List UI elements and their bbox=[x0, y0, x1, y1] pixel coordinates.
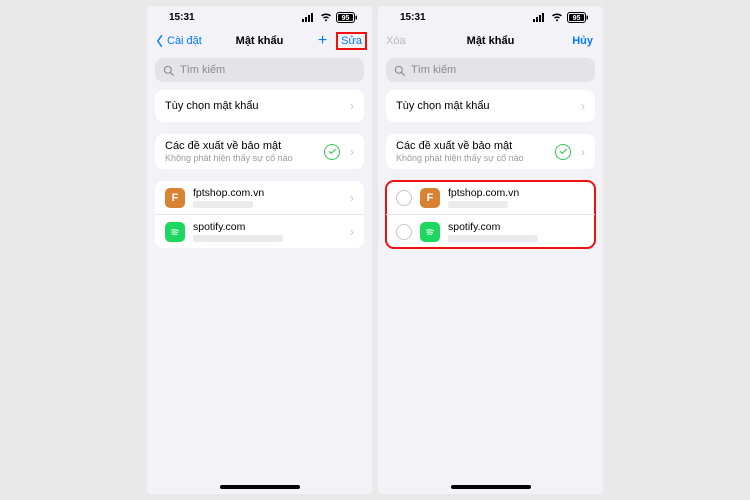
redacted-username bbox=[193, 235, 283, 242]
chevron-right-icon: › bbox=[581, 145, 585, 159]
account-domain: spotify.com bbox=[448, 221, 585, 233]
security-suggestions-row[interactable]: Các đề xuất về bảo mật Không phát hiện t… bbox=[155, 134, 364, 169]
account-row[interactable]: spotify.com › bbox=[155, 214, 364, 248]
battery-icon: 95 bbox=[567, 12, 589, 23]
battery-icon: 95 bbox=[336, 12, 358, 23]
cancel-button[interactable]: Hủy bbox=[568, 33, 597, 49]
site-icon: F bbox=[165, 188, 185, 208]
row-sublabel: Không phát hiện thấy sự cố nào bbox=[165, 153, 324, 163]
delete-label: Xóa bbox=[386, 35, 406, 47]
svg-text:95: 95 bbox=[342, 15, 350, 22]
checkmark-badge-icon bbox=[555, 144, 571, 160]
back-label: Cài đặt bbox=[167, 35, 202, 47]
redacted-username bbox=[448, 201, 508, 208]
search-icon bbox=[163, 65, 174, 76]
status-bar: 15:31 95 bbox=[378, 6, 603, 28]
account-row-selectable[interactable]: spotify.com bbox=[386, 214, 595, 248]
site-icon: F bbox=[420, 188, 440, 208]
spotify-icon bbox=[165, 222, 185, 242]
section-options: Tùy chọn mật khẩu › bbox=[386, 90, 595, 122]
account-row-selectable[interactable]: F fptshop.com.vn bbox=[386, 181, 595, 214]
password-options-row[interactable]: Tùy chọn mật khẩu › bbox=[155, 90, 364, 122]
search-placeholder: Tìm kiếm bbox=[180, 64, 225, 76]
search-icon bbox=[394, 65, 405, 76]
status-time: 15:31 bbox=[169, 12, 195, 23]
wifi-icon bbox=[551, 13, 563, 22]
delete-button: Xóa bbox=[386, 35, 406, 47]
nav-bar: Cài đặt Mật khẩu + Sửa bbox=[147, 28, 372, 54]
phone-right: 15:31 95 Xóa Mật khẩu Hủy bbox=[378, 6, 603, 494]
select-circle-icon[interactable] bbox=[396, 190, 412, 206]
section-accounts: F fptshop.com.vn › spotify.com › bbox=[155, 181, 364, 248]
spotify-icon bbox=[420, 222, 440, 242]
redacted-username bbox=[448, 235, 538, 242]
chevron-right-icon: › bbox=[350, 145, 354, 159]
section-security: Các đề xuất về bảo mật Không phát hiện t… bbox=[386, 134, 595, 169]
checkmark-badge-icon bbox=[324, 144, 340, 160]
chevron-right-icon: › bbox=[350, 191, 354, 205]
home-indicator[interactable] bbox=[220, 485, 300, 489]
status-time: 15:31 bbox=[400, 12, 426, 23]
section-options: Tùy chọn mật khẩu › bbox=[155, 90, 364, 122]
edit-button[interactable]: Sửa bbox=[337, 33, 366, 49]
back-button[interactable]: Cài đặt bbox=[155, 35, 202, 47]
svg-text:95: 95 bbox=[573, 15, 581, 22]
search-input[interactable]: Tìm kiếm bbox=[155, 58, 364, 82]
section-security: Các đề xuất về bảo mật Không phát hiện t… bbox=[155, 134, 364, 169]
chevron-right-icon: › bbox=[581, 99, 585, 113]
home-indicator[interactable] bbox=[451, 485, 531, 489]
chevron-right-icon: › bbox=[350, 225, 354, 239]
security-suggestions-row[interactable]: Các đề xuất về bảo mật Không phát hiện t… bbox=[386, 134, 595, 169]
row-label: Các đề xuất về bảo mật bbox=[165, 140, 324, 152]
row-sublabel: Không phát hiện thấy sự cố nào bbox=[396, 153, 555, 163]
account-domain: fptshop.com.vn bbox=[193, 187, 344, 199]
cellular-icon bbox=[302, 13, 316, 22]
search-input[interactable]: Tìm kiếm bbox=[386, 58, 595, 82]
account-domain: fptshop.com.vn bbox=[448, 187, 585, 199]
row-label: Các đề xuất về bảo mật bbox=[396, 140, 555, 152]
row-label: Tùy chọn mật khẩu bbox=[396, 100, 575, 112]
wifi-icon bbox=[320, 13, 332, 22]
row-label: Tùy chọn mật khẩu bbox=[165, 100, 344, 112]
section-accounts-editing: F fptshop.com.vn spotify.com bbox=[386, 181, 595, 248]
account-domain: spotify.com bbox=[193, 221, 344, 233]
add-button[interactable]: + bbox=[314, 31, 331, 51]
account-row[interactable]: F fptshop.com.vn › bbox=[155, 181, 364, 214]
nav-bar: Xóa Mật khẩu Hủy bbox=[378, 28, 603, 54]
chevron-left-icon bbox=[155, 35, 165, 47]
redacted-username bbox=[193, 201, 253, 208]
select-circle-icon[interactable] bbox=[396, 224, 412, 240]
phone-left: 15:31 95 Cài đặt Mật khẩu bbox=[147, 6, 372, 494]
status-bar: 15:31 95 bbox=[147, 6, 372, 28]
cellular-icon bbox=[533, 13, 547, 22]
search-placeholder: Tìm kiếm bbox=[411, 64, 456, 76]
chevron-right-icon: › bbox=[350, 99, 354, 113]
password-options-row[interactable]: Tùy chọn mật khẩu › bbox=[386, 90, 595, 122]
